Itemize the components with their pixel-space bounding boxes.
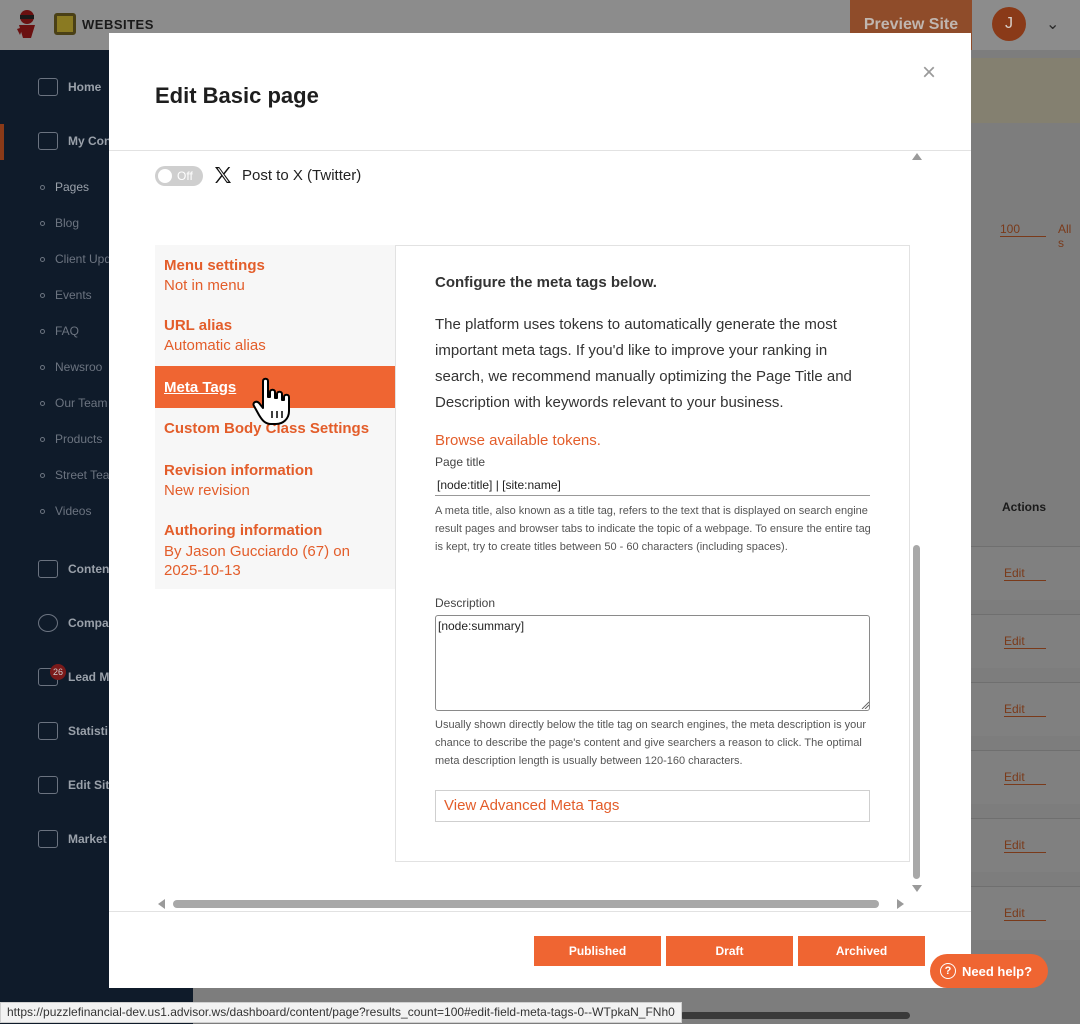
meta-tags-panel: Configure the meta tags below. The platf… — [395, 245, 910, 862]
info-icon — [38, 614, 58, 632]
ninja-logo-icon — [17, 10, 35, 38]
tab-url-alias[interactable]: URL alias Automatic alias — [155, 317, 395, 354]
scroll-right-arrow-icon[interactable] — [897, 899, 904, 909]
hand-cursor-icon — [252, 377, 290, 425]
sidebar-sub-events[interactable]: Events — [40, 288, 92, 302]
tab-revision-information[interactable]: Revision information New revision — [155, 462, 395, 499]
sidebar-sub-videos[interactable]: Videos — [40, 504, 91, 518]
page-horizontal-scrollbar[interactable] — [680, 1012, 910, 1019]
scroll-up-arrow-icon[interactable] — [912, 153, 922, 160]
brand-name: WEBSITES — [82, 17, 154, 32]
sidebar-sub-pages[interactable]: Pages — [40, 180, 89, 194]
divider — [109, 150, 971, 151]
divider — [109, 911, 971, 912]
sidebar-active-indicator — [0, 124, 4, 160]
sidebar-sub-products[interactable]: Products — [40, 432, 102, 446]
scroll-left-arrow-icon[interactable] — [158, 899, 165, 909]
close-icon[interactable]: × — [919, 61, 939, 85]
panel-description: The platform uses tokens to automaticall… — [435, 316, 852, 411]
published-button[interactable]: Published — [534, 936, 661, 966]
actions-column-header: Actions — [1002, 500, 1047, 514]
pencil-icon — [38, 776, 58, 794]
folder-icon — [38, 132, 58, 150]
grid-icon — [38, 830, 58, 848]
row-edit-button[interactable]: Edit — [1004, 838, 1046, 853]
row-edit-button[interactable]: Edit — [1004, 634, 1046, 649]
page-title-help: A meta title, also known as a title tag,… — [435, 505, 871, 553]
status-filter-select[interactable]: All s — [1058, 222, 1080, 250]
horizontal-scrollbar[interactable] — [173, 900, 879, 908]
results-count-select[interactable]: 100 — [1000, 222, 1046, 237]
chart-icon — [38, 722, 58, 740]
sidebar-item-company[interactable]: Compa — [38, 614, 109, 632]
row-edit-button[interactable]: Edit — [1004, 702, 1046, 717]
sidebar-sub-blog[interactable]: Blog — [40, 216, 79, 230]
question-icon: ? — [940, 963, 956, 979]
page-title-label: Page title — [435, 455, 486, 469]
modal-title: Edit Basic page — [155, 83, 319, 108]
sidebar-item-marketplace[interactable]: Market — [38, 830, 107, 848]
description-help: Usually shown directly below the title t… — [435, 719, 867, 767]
post-to-x-toggle[interactable]: Off — [155, 166, 203, 186]
sidebar-sub-client-updates[interactable]: Client Upd — [40, 252, 111, 266]
user-avatar[interactable]: J — [992, 7, 1026, 41]
sidebar-sub-newsroom[interactable]: Newsroo — [40, 360, 102, 374]
need-help-button[interactable]: ? Need help? — [930, 954, 1048, 988]
tab-authoring-information[interactable]: Authoring information By Jason Gucciardo… — [155, 522, 375, 580]
copy-icon — [38, 560, 58, 578]
need-help-label: Need help? — [962, 963, 1033, 979]
chevron-down-icon[interactable]: ⌄ — [1046, 14, 1059, 34]
sidebar-sub-street-team[interactable]: Street Tea — [40, 468, 109, 482]
x-twitter-icon — [215, 167, 231, 183]
sidebar-item-content[interactable]: Content — [38, 560, 113, 578]
edit-page-modal: Edit Basic page × Off Post to X (Twitter… — [109, 33, 971, 988]
browse-tokens-link[interactable]: Browse available tokens. — [435, 432, 601, 449]
panel-heading: Configure the meta tags below. — [435, 274, 657, 291]
description-textarea[interactable]: [node:summary] — [435, 615, 870, 711]
websites-logo-icon — [54, 13, 76, 35]
toggle-state-label: Off — [177, 169, 193, 183]
resize-handle-icon[interactable] — [861, 701, 869, 709]
sidebar-sub-our-team[interactable]: Our Team — [40, 396, 107, 410]
status-bar-url: https://puzzlefinancial-dev.us1.advisor.… — [0, 1002, 682, 1023]
lead-count-badge: 26 — [50, 664, 66, 680]
toggle-knob — [158, 169, 172, 183]
view-advanced-meta-tags-button[interactable]: View Advanced Meta Tags — [435, 790, 870, 822]
sidebar-item-edit-site[interactable]: Edit Site — [38, 776, 116, 794]
tab-menu-settings[interactable]: Menu settings Not in menu — [155, 257, 395, 294]
sidebar-item-my-content[interactable]: My Con — [38, 132, 111, 150]
row-edit-button[interactable]: Edit — [1004, 770, 1046, 785]
draft-button[interactable]: Draft — [666, 936, 793, 966]
page-title-input[interactable] — [435, 474, 870, 496]
sidebar-item-statistics[interactable]: Statisti — [38, 722, 108, 740]
post-to-x-label: Post to X (Twitter) — [242, 167, 362, 184]
home-icon — [38, 78, 58, 96]
vertical-scrollbar[interactable] — [913, 545, 920, 879]
row-edit-button[interactable]: Edit — [1004, 566, 1046, 581]
sidebar-item-home[interactable]: Home — [38, 78, 101, 96]
archived-button[interactable]: Archived — [798, 936, 925, 966]
row-edit-button[interactable]: Edit — [1004, 906, 1046, 921]
description-label: Description — [435, 596, 496, 610]
scroll-down-arrow-icon[interactable] — [912, 885, 922, 892]
background-notice — [970, 58, 1080, 123]
sidebar-sub-faq[interactable]: FAQ — [40, 324, 79, 338]
